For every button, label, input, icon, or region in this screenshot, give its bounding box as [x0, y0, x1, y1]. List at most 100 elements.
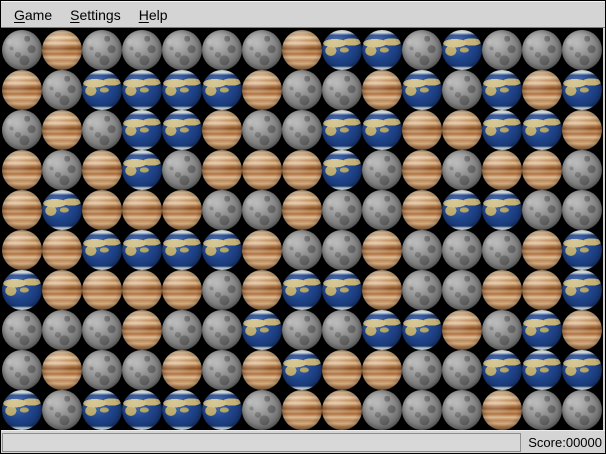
ball-jupiter[interactable]	[162, 270, 202, 310]
ball-moon[interactable]	[162, 30, 202, 70]
ball-moon[interactable]	[122, 30, 162, 70]
ball-moon[interactable]	[42, 150, 82, 190]
ball-jupiter[interactable]	[242, 230, 282, 270]
ball-jupiter[interactable]	[42, 270, 82, 310]
ball-jupiter[interactable]	[82, 270, 122, 310]
ball-moon[interactable]	[2, 110, 42, 150]
ball-earth[interactable]	[42, 190, 82, 230]
ball-moon[interactable]	[242, 30, 282, 70]
ball-earth[interactable]	[402, 310, 442, 350]
ball-moon[interactable]	[202, 310, 242, 350]
ball-jupiter[interactable]	[242, 350, 282, 390]
ball-moon[interactable]	[42, 390, 82, 430]
ball-jupiter[interactable]	[2, 70, 42, 110]
ball-earth[interactable]	[162, 230, 202, 270]
ball-jupiter[interactable]	[562, 110, 602, 150]
ball-jupiter[interactable]	[442, 110, 482, 150]
ball-moon[interactable]	[522, 190, 562, 230]
ball-jupiter[interactable]	[162, 190, 202, 230]
ball-moon[interactable]	[242, 190, 282, 230]
ball-earth[interactable]	[362, 310, 402, 350]
ball-jupiter[interactable]	[362, 70, 402, 110]
ball-jupiter[interactable]	[202, 150, 242, 190]
ball-jupiter[interactable]	[402, 110, 442, 150]
ball-earth[interactable]	[482, 350, 522, 390]
ball-earth[interactable]	[162, 70, 202, 110]
ball-earth[interactable]	[562, 70, 602, 110]
ball-earth[interactable]	[242, 310, 282, 350]
ball-earth[interactable]	[282, 270, 322, 310]
ball-earth[interactable]	[442, 30, 482, 70]
ball-moon[interactable]	[82, 110, 122, 150]
ball-earth[interactable]	[362, 30, 402, 70]
ball-moon[interactable]	[282, 70, 322, 110]
ball-earth[interactable]	[122, 70, 162, 110]
ball-jupiter[interactable]	[122, 270, 162, 310]
ball-jupiter[interactable]	[202, 110, 242, 150]
ball-moon[interactable]	[402, 230, 442, 270]
ball-earth[interactable]	[202, 70, 242, 110]
ball-earth[interactable]	[322, 150, 362, 190]
ball-jupiter[interactable]	[42, 230, 82, 270]
ball-moon[interactable]	[442, 270, 482, 310]
ball-jupiter[interactable]	[2, 150, 42, 190]
ball-moon[interactable]	[402, 270, 442, 310]
ball-jupiter[interactable]	[82, 150, 122, 190]
ball-moon[interactable]	[42, 310, 82, 350]
ball-moon[interactable]	[282, 110, 322, 150]
ball-earth[interactable]	[122, 110, 162, 150]
ball-moon[interactable]	[202, 270, 242, 310]
ball-jupiter[interactable]	[522, 70, 562, 110]
ball-earth[interactable]	[482, 190, 522, 230]
ball-moon[interactable]	[162, 310, 202, 350]
ball-moon[interactable]	[242, 110, 282, 150]
ball-moon[interactable]	[202, 350, 242, 390]
ball-jupiter[interactable]	[442, 310, 482, 350]
ball-jupiter[interactable]	[362, 270, 402, 310]
ball-earth[interactable]	[202, 390, 242, 430]
ball-jupiter[interactable]	[2, 190, 42, 230]
ball-moon[interactable]	[2, 30, 42, 70]
ball-moon[interactable]	[522, 30, 562, 70]
ball-moon[interactable]	[362, 150, 402, 190]
ball-earth[interactable]	[362, 110, 402, 150]
ball-moon[interactable]	[442, 230, 482, 270]
ball-moon[interactable]	[82, 30, 122, 70]
ball-jupiter[interactable]	[522, 150, 562, 190]
ball-jupiter[interactable]	[162, 350, 202, 390]
ball-moon[interactable]	[242, 390, 282, 430]
ball-moon[interactable]	[402, 350, 442, 390]
ball-earth[interactable]	[162, 390, 202, 430]
ball-jupiter[interactable]	[242, 150, 282, 190]
ball-jupiter[interactable]	[402, 150, 442, 190]
ball-jupiter[interactable]	[42, 350, 82, 390]
ball-earth[interactable]	[482, 110, 522, 150]
ball-jupiter[interactable]	[42, 30, 82, 70]
ball-jupiter[interactable]	[402, 190, 442, 230]
ball-earth[interactable]	[162, 110, 202, 150]
ball-earth[interactable]	[322, 110, 362, 150]
ball-jupiter[interactable]	[282, 190, 322, 230]
ball-earth[interactable]	[402, 70, 442, 110]
ball-jupiter[interactable]	[322, 390, 362, 430]
ball-earth[interactable]	[562, 350, 602, 390]
ball-moon[interactable]	[122, 350, 162, 390]
ball-earth[interactable]	[82, 70, 122, 110]
ball-jupiter[interactable]	[482, 390, 522, 430]
ball-moon[interactable]	[482, 230, 522, 270]
ball-moon[interactable]	[162, 150, 202, 190]
ball-moon[interactable]	[402, 30, 442, 70]
ball-jupiter[interactable]	[522, 270, 562, 310]
ball-earth[interactable]	[82, 230, 122, 270]
ball-moon[interactable]	[202, 30, 242, 70]
ball-earth[interactable]	[122, 390, 162, 430]
ball-earth[interactable]	[522, 350, 562, 390]
ball-moon[interactable]	[562, 190, 602, 230]
ball-jupiter[interactable]	[322, 350, 362, 390]
ball-jupiter[interactable]	[2, 230, 42, 270]
ball-earth[interactable]	[2, 270, 42, 310]
ball-moon[interactable]	[362, 190, 402, 230]
ball-jupiter[interactable]	[42, 110, 82, 150]
ball-earth[interactable]	[122, 230, 162, 270]
ball-moon[interactable]	[82, 350, 122, 390]
